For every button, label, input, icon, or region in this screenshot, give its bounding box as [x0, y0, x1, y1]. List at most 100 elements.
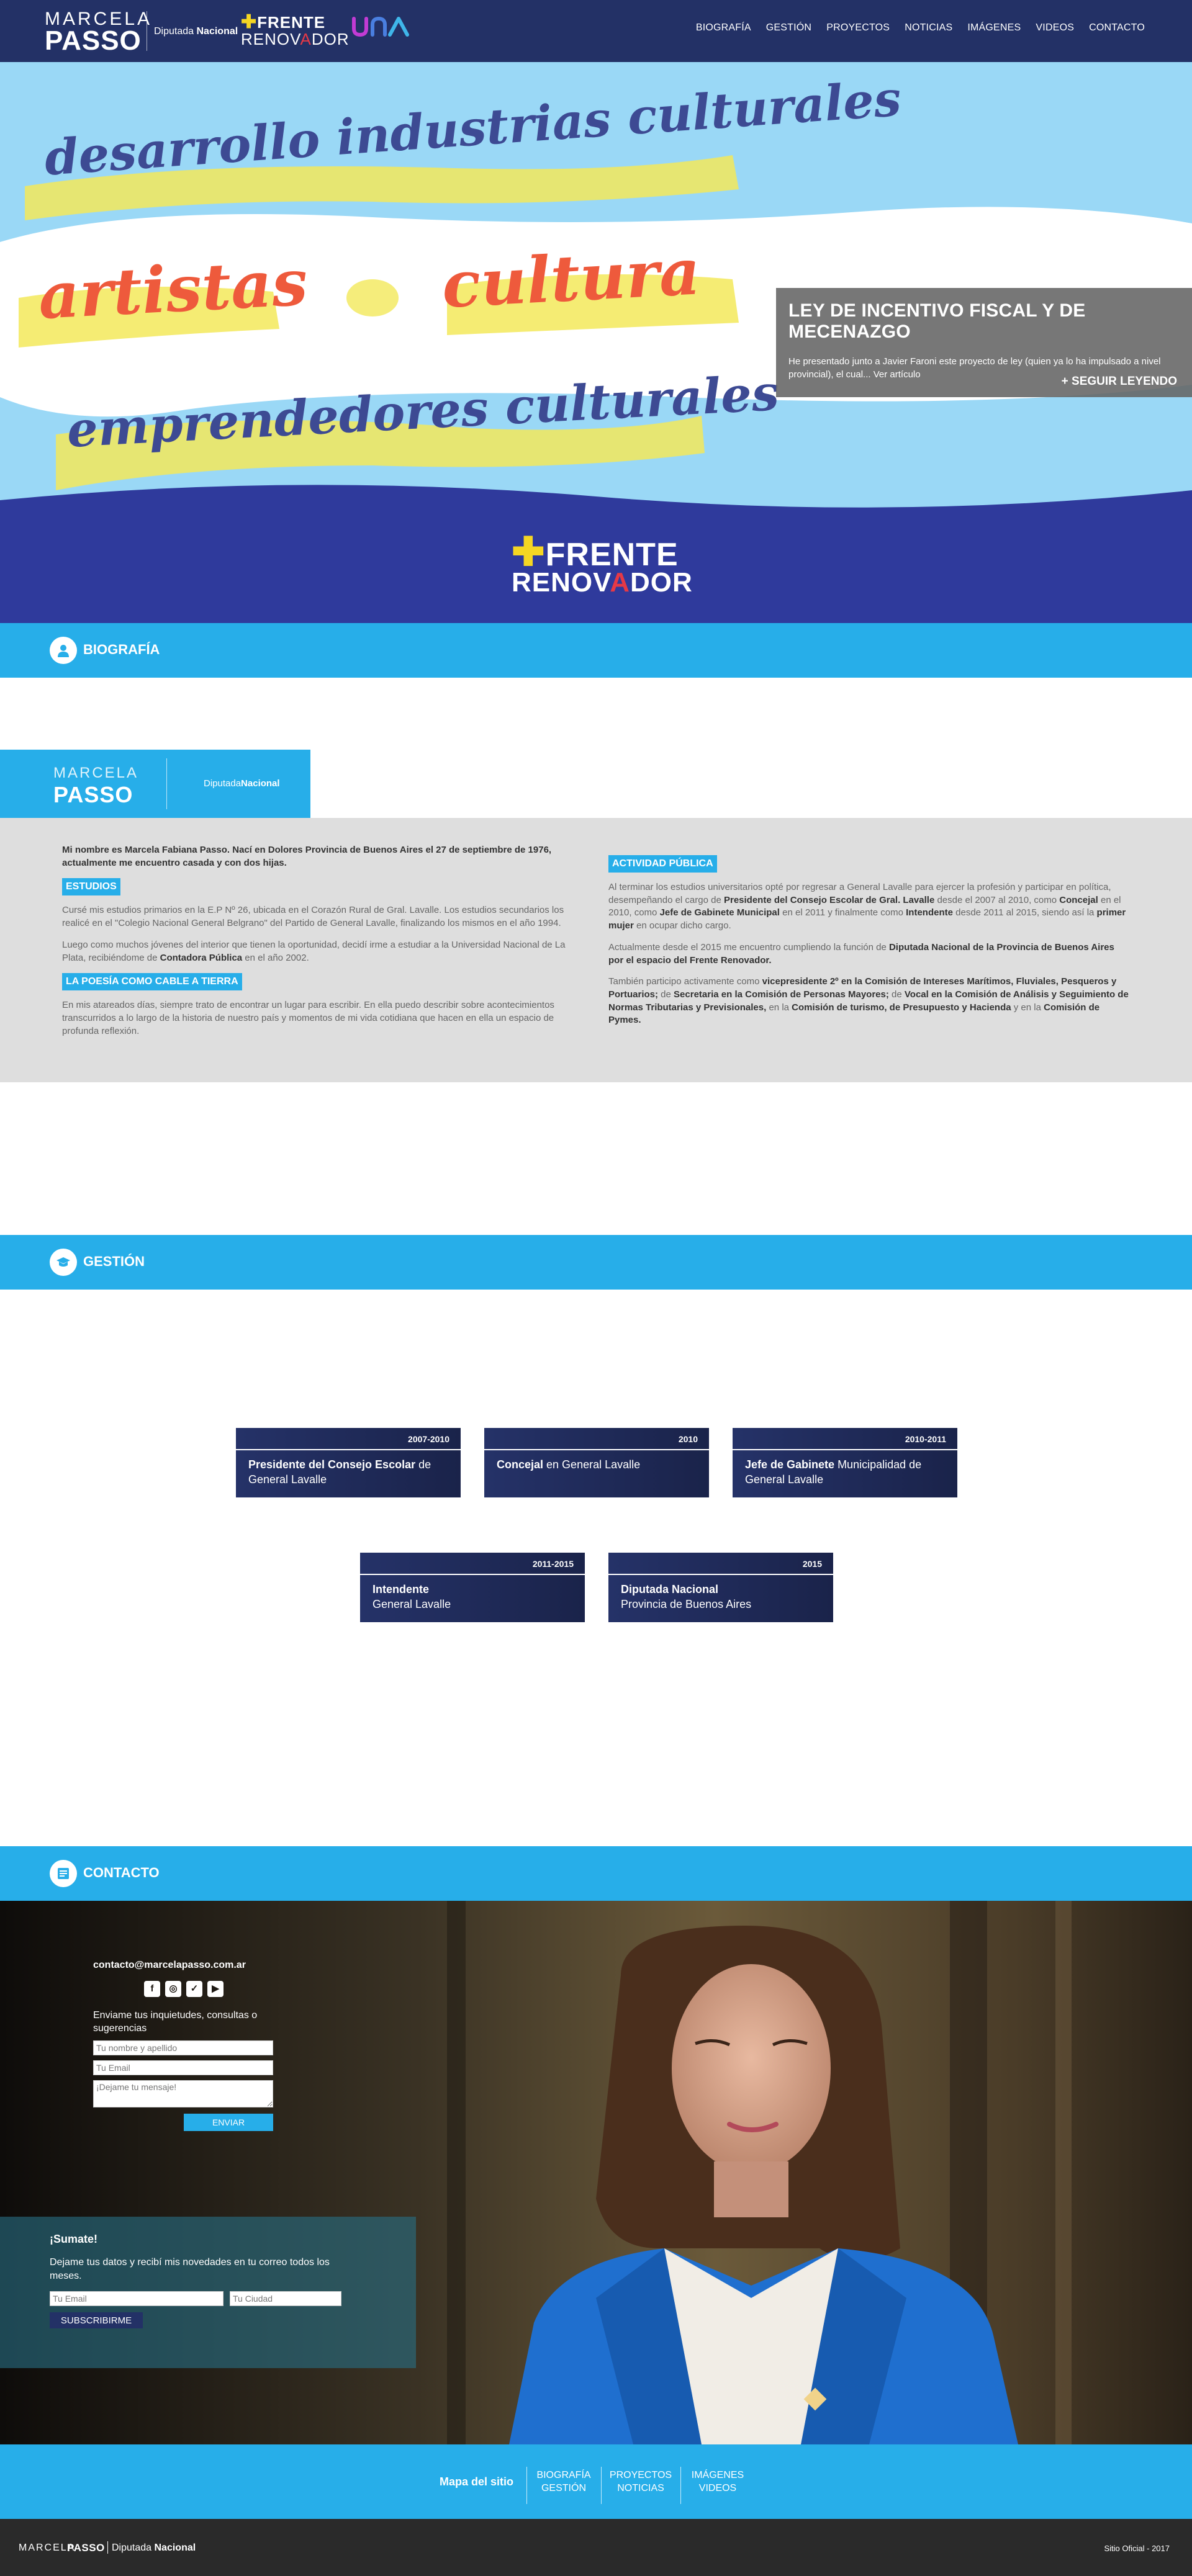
section-header-biografia: BIOGRAFÍA — [0, 623, 1192, 678]
studies-paragraph-1: Cursé mis estudios primarios en la E.P N… — [62, 905, 564, 929]
hero-party-logo: ✚FRENTE RENOVADOR — [512, 532, 693, 598]
user-icon — [50, 637, 77, 664]
read-more-link[interactable]: + SEGUIR LEYENDO — [1062, 375, 1177, 388]
section-header-contacto: CONTACTO — [0, 1846, 1192, 1901]
official-site-label: Sitio Oficial - 2017 — [1104, 2544, 1170, 2553]
facebook-icon[interactable]: f — [144, 1981, 160, 1997]
card-text: Diputada Nacional Provincia de Buenos Air… — [621, 1582, 820, 1612]
card-text: Jefe de Gabinete Municipalidad de Genera… — [745, 1458, 944, 1488]
nav-imagenes[interactable]: IMÁGENES — [967, 22, 1021, 34]
section-title: BIOGRAFÍA — [83, 642, 160, 657]
role-bold: Nacional — [196, 26, 238, 37]
footer-link-proyectos[interactable]: PROYECTOS — [603, 2469, 678, 2482]
section-title: CONTACTO — [83, 1865, 160, 1880]
newsletter-text: Dejame tus datos y recibí mis novedades … — [50, 2257, 330, 2281]
footer-link-gestion[interactable]: GESTIÓN — [526, 2482, 601, 2495]
card-rule — [608, 1574, 833, 1575]
party-line2-c: DOR — [311, 29, 350, 48]
contact-email-link[interactable]: contacto@marcelapasso.com.ar — [93, 1960, 279, 1971]
card-year: 2010 — [678, 1434, 698, 1444]
gestion-card[interactable]: 2015 Diputada Nacional Provincia de Bueno… — [608, 1553, 833, 1622]
gestion-card[interactable]: 2010-2011 Jefe de Gabinete Municipalidad… — [733, 1428, 957, 1497]
card-bold: Jefe de Gabinete — [745, 1458, 835, 1471]
nav-biografia[interactable]: BIOGRAFÍA — [696, 22, 751, 34]
form-message: Enviame tus inquietudes, consultas o sug… — [93, 2010, 258, 2034]
youtube-icon[interactable]: ▶ — [207, 1981, 224, 1997]
section-title: GESTIÓN — [83, 1254, 145, 1269]
site-logo[interactable]: MARCELA PASSO — [45, 10, 152, 55]
text-span: de — [658, 989, 674, 1000]
card-year: 2007-2010 — [408, 1434, 449, 1444]
news-title[interactable]: LEY DE INCENTIVO FISCAL Y DE MECENAZGO — [788, 300, 1180, 343]
text-span: en el 2011 y finalmente como — [779, 907, 906, 918]
card-rule — [236, 1449, 461, 1450]
main-nav: BIOGRAFÍA GESTIÓN PROYECTOS NOTICIAS IMÁ… — [696, 22, 1145, 34]
newsletter-city-input[interactable] — [230, 2291, 341, 2307]
bold-span: Intendente — [906, 907, 953, 918]
newsletter-box: ¡Sumate! Dejame tus datos y recibí mis n… — [0, 2217, 416, 2368]
instagram-icon[interactable]: ◎ — [165, 1981, 181, 1997]
footer-role-b: Nacional — [154, 2542, 196, 2553]
card-rest: General Lavalle — [372, 1597, 451, 1610]
badge-last-name: PASSO — [53, 782, 133, 807]
footer-logo-last: PASSO — [67, 2542, 105, 2554]
card-rule — [360, 1574, 585, 1575]
card-bold: Presidente del Consejo Escolar — [248, 1458, 416, 1471]
newsletter-email-input[interactable] — [50, 2291, 224, 2307]
email-input[interactable] — [93, 2060, 273, 2075]
public-paragraph-2: Actualmente desde el 2015 me encuentro c… — [608, 941, 1130, 967]
card-bold: Concejal — [497, 1458, 544, 1471]
card-year: 2011-2015 — [532, 1559, 574, 1569]
gestion-card[interactable]: 2010 Concejal en General Lavalle — [484, 1428, 709, 1497]
sitemap-divider — [601, 2467, 602, 2504]
party-line2-b: A — [300, 29, 312, 48]
bold-span: Secretaria en la Comisión de Personas Ma… — [674, 989, 889, 1000]
hero-line-2b: cultura — [440, 235, 702, 323]
bio-intro: Mi nombre es Marcela Fabiana Passo. Nací… — [62, 845, 552, 868]
newsletter-title: ¡Sumate! — [50, 2233, 98, 2245]
footer-divider — [107, 2541, 108, 2554]
hero-line-2a: artistas — [36, 245, 310, 334]
text-span: y en la — [1011, 1002, 1044, 1013]
nav-proyectos[interactable]: PROYECTOS — [826, 22, 890, 34]
sitemap-col-1: BIOGRAFÍA GESTIÓN — [526, 2469, 601, 2495]
nav-videos[interactable]: VIDEOS — [1036, 22, 1074, 34]
frente-renovador-logo: ✚FRENTE RENOVADOR — [241, 13, 350, 48]
nav-gestion[interactable]: GESTIÓN — [766, 22, 811, 34]
card-rest: Provincia de Buenos Aires — [621, 1597, 752, 1610]
message-textarea[interactable] — [93, 2080, 273, 2107]
public-paragraph-3: También participo activamente como vicep… — [608, 976, 1130, 1027]
graduation-cap-icon — [50, 1249, 77, 1276]
logo-last-name: PASSO — [45, 25, 142, 56]
name-input[interactable] — [93, 2040, 273, 2055]
badge-first-name: MARCELA — [53, 765, 139, 781]
bio-panel: Mi nombre es Marcela Fabiana Passo. Nací… — [0, 818, 1192, 1082]
bold-span: Jefe de Gabinete Municipal — [659, 907, 780, 918]
nav-contacto[interactable]: CONTACTO — [1089, 22, 1145, 34]
footer-link-imagenes[interactable]: IMÁGENES — [680, 2469, 755, 2482]
subscribe-button[interactable]: SUBSCRIBIRME — [50, 2312, 143, 2329]
footer-link-noticias[interactable]: NOTICIAS — [603, 2482, 678, 2495]
hero-party-line2-c: DOR — [630, 567, 693, 598]
twitter-icon[interactable]: ✓ — [186, 1981, 202, 1997]
footer-role: Diputada Nacional — [112, 2542, 196, 2554]
nav-noticias[interactable]: NOTICIAS — [905, 22, 952, 34]
badge-role-b: Nacional — [241, 778, 280, 789]
newsletter-fields — [50, 2291, 416, 2307]
hero-party-line2-a: RENOV — [512, 567, 610, 598]
address-book-icon — [50, 1860, 77, 1887]
footer-link-videos[interactable]: VIDEOS — [680, 2482, 755, 2495]
card-rule — [733, 1449, 957, 1450]
card-rule — [484, 1449, 709, 1450]
sitemap-col-2: PROYECTOS NOTICIAS — [603, 2469, 678, 2495]
sitemap-label: Mapa del sitio — [440, 2475, 514, 2488]
section-header-gestion: GESTIÓN — [0, 1235, 1192, 1290]
send-button[interactable]: ENVIAR — [184, 2113, 273, 2131]
sitemap-col-3: IMÁGENES VIDEOS — [680, 2469, 755, 2495]
featured-news-box: LEY DE INCENTIVO FISCAL Y DE MECENAZGO H… — [776, 288, 1192, 397]
gestion-card[interactable]: 2011-2015 Intendente General Lavalle — [360, 1553, 585, 1622]
logo-role: Diputada Nacional — [154, 26, 238, 37]
card-year: 2010-2011 — [905, 1434, 946, 1444]
gestion-card[interactable]: 2007-2010 Presidente del Consejo Escolar… — [236, 1428, 461, 1497]
footer-link-biografia[interactable]: BIOGRAFÍA — [526, 2469, 601, 2482]
